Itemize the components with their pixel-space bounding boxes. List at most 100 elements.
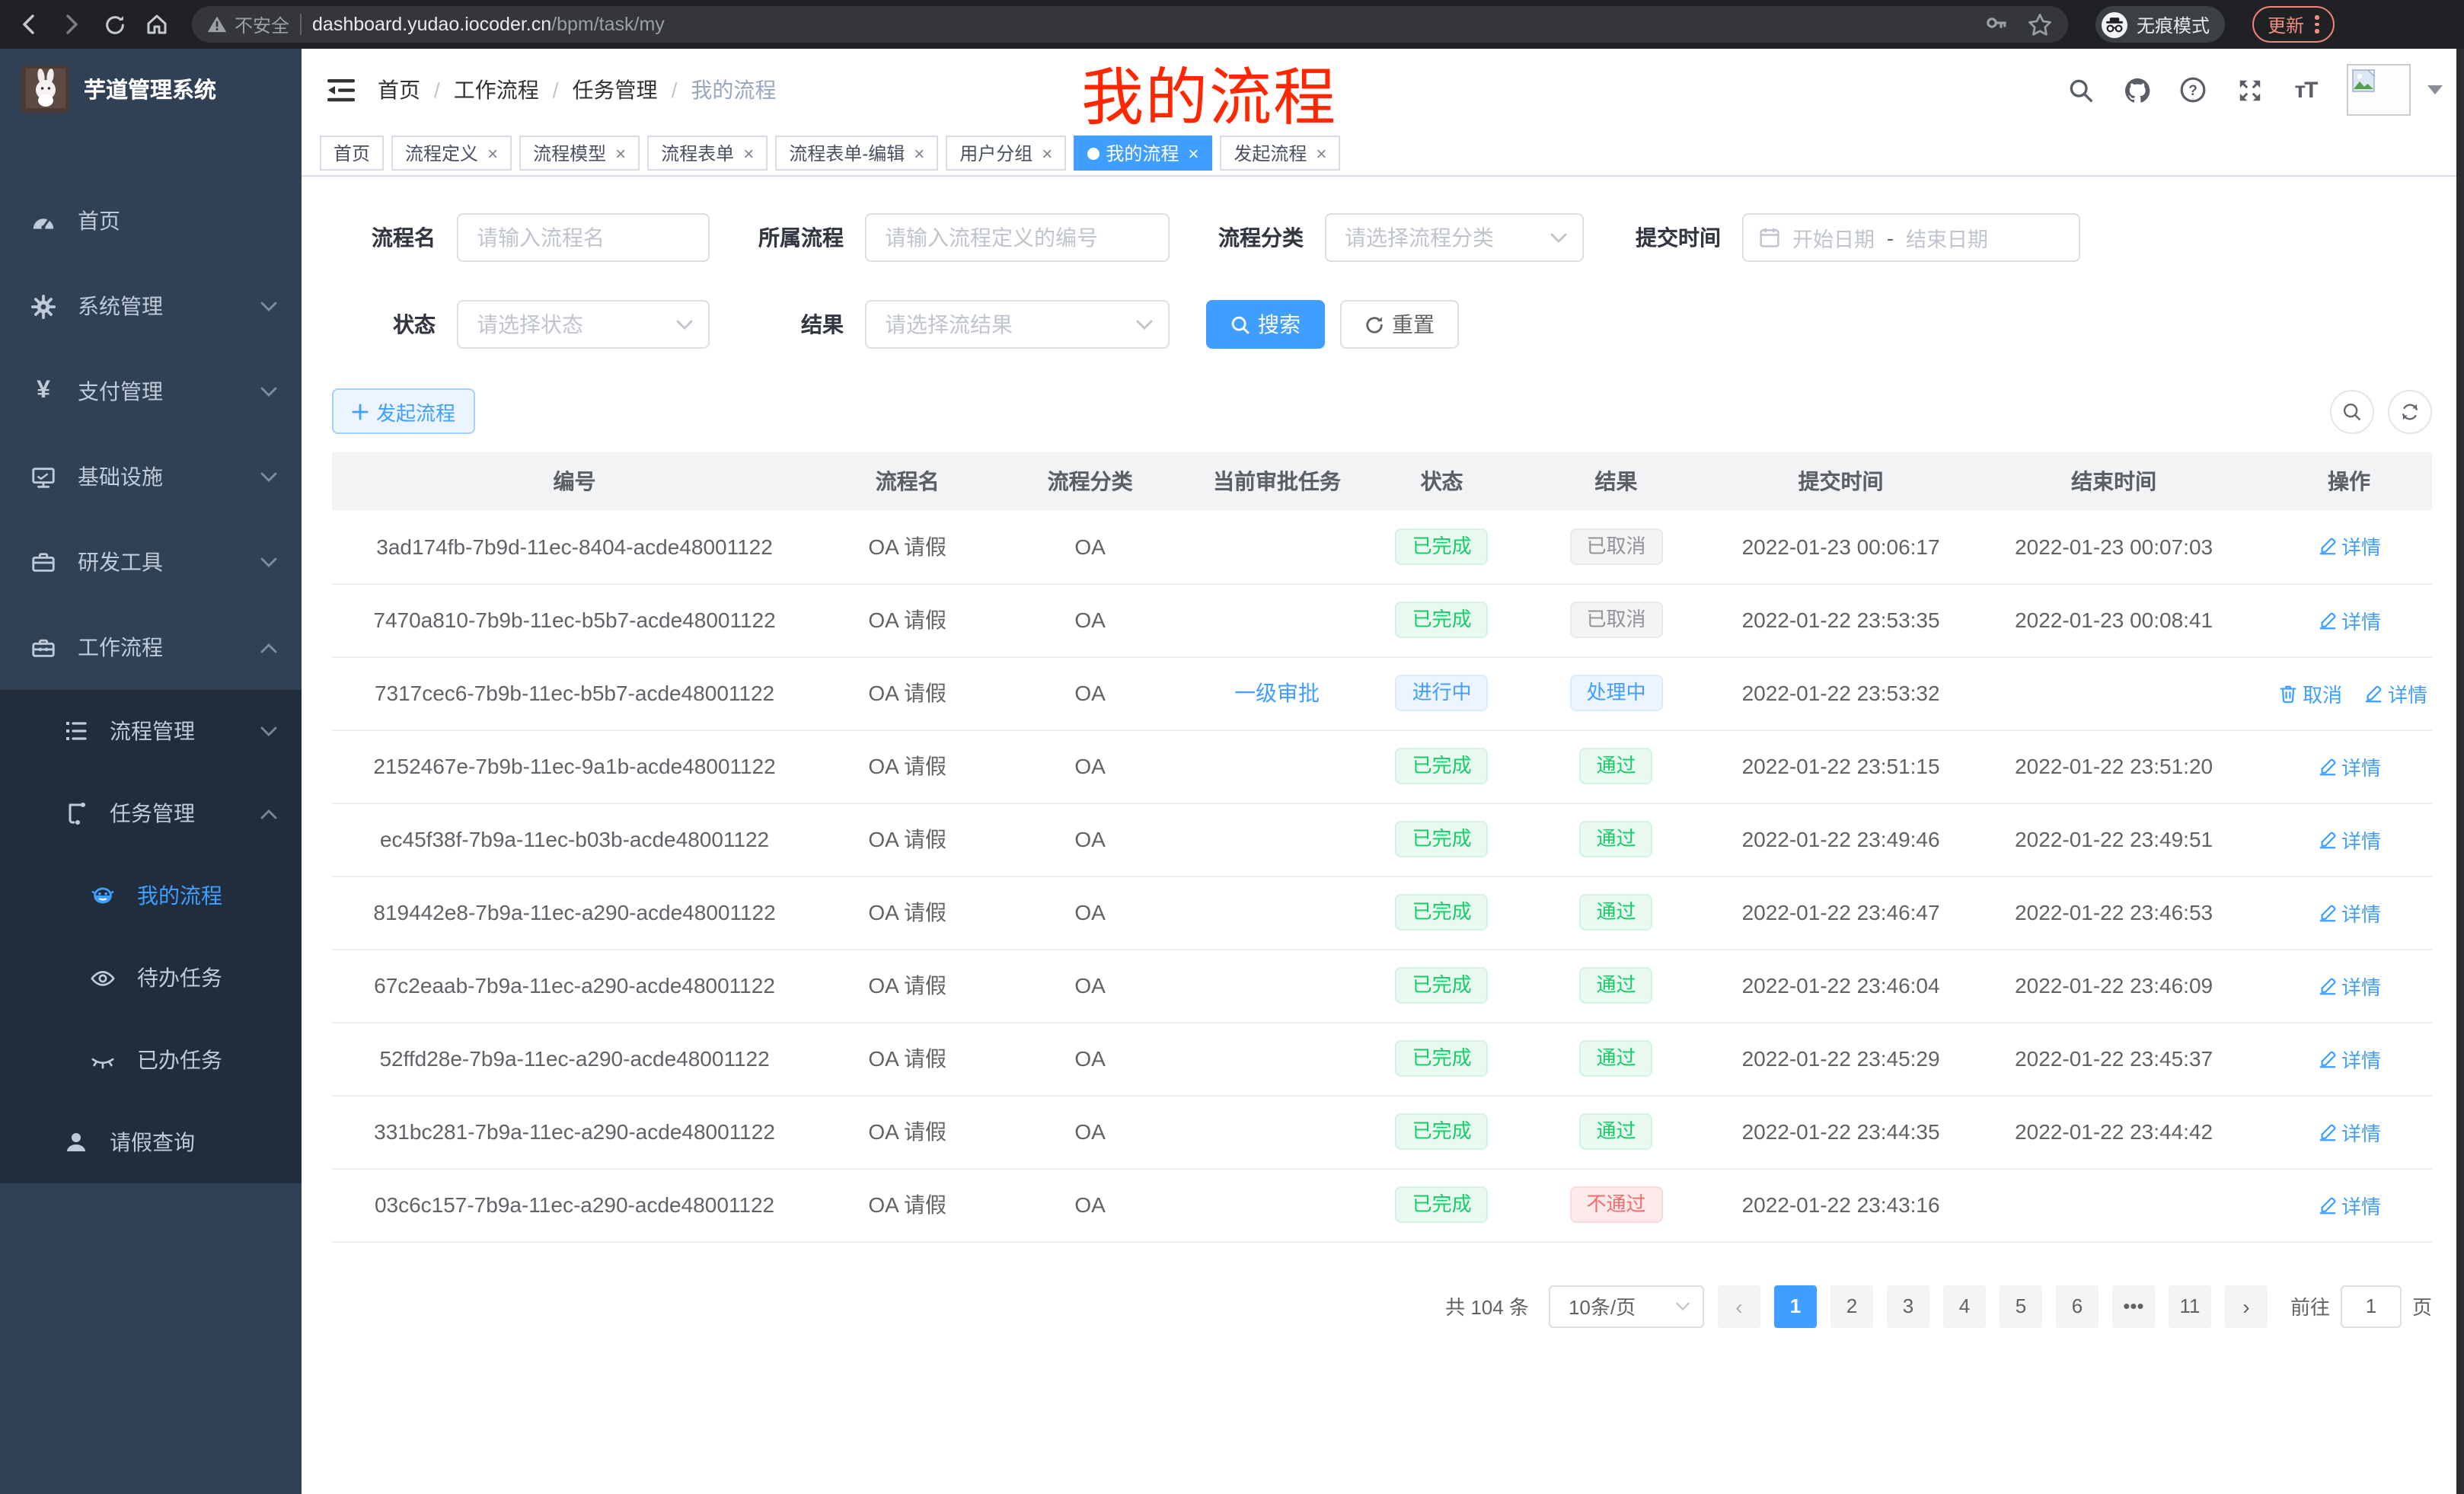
cell-id: 03c6c157-7b9a-11ec-a290-acde48001122 (332, 1168, 817, 1241)
avatar[interactable] (2347, 64, 2411, 116)
browser-reload-icon[interactable] (101, 11, 128, 38)
pagination-prev-button[interactable]: ‹ (1718, 1285, 1760, 1327)
pagination-page-5[interactable]: 5 (2000, 1285, 2042, 1327)
sidebar-item-task-mgmt[interactable]: 任务管理 (0, 772, 302, 854)
pagination-goto-input[interactable] (2341, 1285, 2402, 1327)
browser-back-icon[interactable] (15, 11, 43, 38)
tab-label: 流程表单-编辑 (789, 140, 905, 166)
detail-action-link[interactable]: 详情 (2317, 1044, 2381, 1073)
sidebar-item-my-process[interactable]: 我的流程 (0, 854, 302, 937)
sidebar-item-devtools[interactable]: 研发工具 (0, 519, 302, 605)
detail-action-link[interactable]: 详情 (2317, 1117, 2381, 1146)
cell-result: 通过 (1512, 949, 1720, 1022)
result-select[interactable]: 请选择流结果 (865, 300, 1170, 349)
password-key-icon[interactable] (1984, 12, 2009, 37)
avatar-caret-icon[interactable] (2427, 85, 2443, 94)
breadcrumb-item[interactable]: 任务管理 (573, 75, 658, 105)
current-task-link[interactable]: 一级审批 (1234, 681, 1320, 705)
search-icon[interactable] (2065, 75, 2095, 105)
breadcrumb-item[interactable]: 首页 (378, 75, 420, 105)
cell-submit-time: 2022-01-22 23:49:46 (1720, 803, 1961, 876)
sidebar-item-system[interactable]: 系统管理 (0, 263, 302, 349)
github-icon[interactable] (2121, 75, 2152, 105)
sidebar-collapse-icon[interactable] (326, 75, 356, 105)
pagination-page-2[interactable]: 2 (1830, 1285, 1873, 1327)
page-size-select[interactable]: 10条/页 (1549, 1285, 1704, 1327)
cell-process-name: OA 请假 (817, 876, 997, 949)
browser-menu-icon[interactable] (2315, 16, 2319, 34)
update-button[interactable]: 更新 (2252, 6, 2334, 43)
tab-流程模型[interactable]: 流程模型× (519, 136, 640, 171)
table-row: 7317cec6-7b9b-11ec-b5b7-acde48001122OA 请… (332, 656, 2432, 729)
close-icon[interactable]: × (914, 142, 924, 164)
cell-status: 已完成 (1371, 729, 1512, 803)
bookmark-star-icon[interactable] (2027, 11, 2053, 37)
sidebar-item-leave-query[interactable]: 请假查询 (0, 1101, 302, 1183)
pagination-page-11[interactable]: 11 (2169, 1285, 2211, 1327)
breadcrumb-item[interactable]: 工作流程 (454, 75, 539, 105)
sidebar-item-home[interactable]: 首页 (0, 178, 302, 263)
cell-id: 2152467e-7b9b-11ec-9a1b-acde48001122 (332, 729, 817, 803)
tab-流程定义[interactable]: 流程定义× (391, 136, 512, 171)
detail-action-link[interactable]: 详情 (2317, 825, 2381, 854)
close-icon[interactable]: × (743, 142, 754, 164)
browser-home-icon[interactable] (143, 11, 171, 38)
submit-time-range-picker[interactable]: 开始日期 - 结束日期 (1742, 213, 2080, 262)
tab-用户分组[interactable]: 用户分组× (946, 136, 1066, 171)
status-select[interactable]: 请选择状态 (457, 300, 710, 349)
detail-action-link[interactable]: 详情 (2317, 532, 2381, 561)
search-button[interactable]: 搜索 (1206, 300, 1325, 349)
pagination-next-button[interactable]: › (2225, 1285, 2268, 1327)
close-icon[interactable]: × (487, 142, 498, 164)
sidebar-item-done-task[interactable]: 已办任务 (0, 1019, 302, 1101)
detail-action-link[interactable]: 详情 (2317, 1190, 2381, 1219)
browser-forward-icon[interactable] (58, 11, 85, 38)
table-row: 331bc281-7b9a-11ec-a290-acde48001122OA 请… (332, 1095, 2432, 1168)
filter-label: 结果 (746, 309, 844, 340)
toolbar-refresh-button[interactable] (2388, 389, 2432, 433)
sidebar-item-workflow[interactable]: 工作流程 (0, 605, 302, 690)
help-icon[interactable]: ? (2178, 75, 2208, 105)
cell-result: 通过 (1512, 1022, 1720, 1095)
detail-action-link[interactable]: 详情 (2317, 752, 2381, 781)
app-logo-row[interactable]: 芋道管理系统 (0, 49, 302, 128)
tab-我的流程[interactable]: 我的流程× (1074, 136, 1212, 171)
close-icon[interactable]: × (615, 142, 626, 164)
table-row: 67c2eaab-7b9a-11ec-a290-acde48001122OA 请… (332, 949, 2432, 1022)
monitor-icon (30, 464, 56, 490)
pagination-page-1[interactable]: 1 (1774, 1285, 1817, 1327)
sidebar-item-payment[interactable]: ¥ 支付管理 (0, 349, 302, 434)
close-icon[interactable]: × (1042, 142, 1052, 164)
close-icon[interactable]: × (1188, 142, 1198, 164)
tab-发起流程[interactable]: 发起流程× (1220, 136, 1340, 171)
cell-actions: 取消详情 (2266, 656, 2432, 729)
address-bar[interactable]: 不安全 dashboard.yudao.iocoder.cn/bpm/task/… (192, 6, 2068, 43)
process-name-input[interactable] (457, 213, 710, 262)
font-size-icon[interactable]: ᴛT (2290, 75, 2321, 105)
category-select[interactable]: 请选择流程分类 (1325, 213, 1584, 262)
pagination-page-3[interactable]: 3 (1887, 1285, 1929, 1327)
sidebar-item-process-mgmt[interactable]: 流程管理 (0, 690, 302, 772)
tab-流程表单[interactable]: 流程表单× (647, 136, 768, 171)
tab-流程表单-编辑[interactable]: 流程表单-编辑 × (775, 136, 938, 171)
close-icon[interactable]: × (1316, 142, 1326, 164)
pagination-page-6[interactable]: 6 (2056, 1285, 2099, 1327)
toolbar-search-toggle-button[interactable] (2330, 389, 2374, 433)
pagination-page-4[interactable]: 4 (1943, 1285, 1986, 1327)
reset-button[interactable]: 重置 (1340, 300, 1459, 349)
detail-action-link[interactable]: 详情 (2317, 605, 2381, 634)
detail-action-link[interactable]: 详情 (2363, 678, 2427, 707)
process-definition-input[interactable] (865, 213, 1170, 262)
sidebar-item-todo-task[interactable]: 待办任务 (0, 937, 302, 1019)
tab-首页[interactable]: 首页 (320, 136, 384, 171)
sidebar-item-label: 已办任务 (137, 1045, 283, 1075)
fullscreen-icon[interactable] (2234, 75, 2265, 105)
detail-action-link[interactable]: 详情 (2317, 898, 2381, 927)
create-process-button[interactable]: 发起流程 (332, 388, 475, 434)
cell-category: OA (997, 949, 1183, 1022)
detail-action-link[interactable]: 详情 (2317, 971, 2381, 1000)
sidebar-item-infrastructure[interactable]: 基础设施 (0, 434, 302, 519)
cancel-action-link[interactable]: 取消 (2278, 678, 2342, 707)
status-badge: 已完成 (1396, 748, 1489, 784)
security-chip[interactable]: 不安全 (207, 11, 289, 37)
